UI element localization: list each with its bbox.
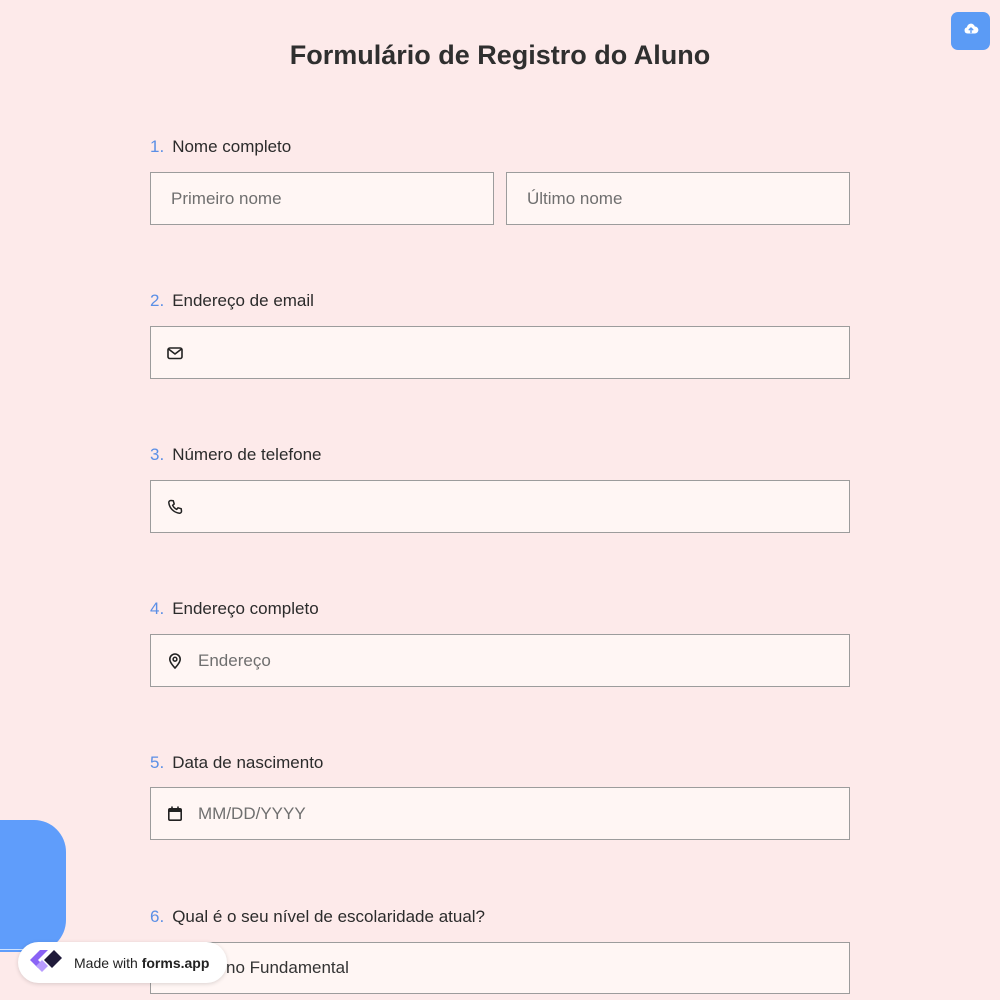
phone-icon xyxy=(164,496,186,518)
email-input[interactable] xyxy=(150,326,850,379)
badge-prefix: Made with xyxy=(74,954,142,971)
question-3-label: 3. Número de telefone xyxy=(150,445,322,465)
form-page: Formulário de Registro do Aluno 1. Nome … xyxy=(0,0,1000,1000)
education-level-select[interactable]: no Fundamental xyxy=(150,942,850,994)
cloud-upload-icon xyxy=(963,21,979,42)
decorative-blob xyxy=(0,820,66,952)
question-number: 5. xyxy=(150,753,165,772)
question-text: Qual é o seu nível de escolaridade atual… xyxy=(172,907,486,926)
badge-text: Made with forms.app xyxy=(74,955,209,971)
question-number: 3. xyxy=(150,445,165,464)
form-title: Formulário de Registro do Aluno xyxy=(289,40,711,70)
question-2-label: 2. Endereço de email xyxy=(150,291,314,311)
last-name-input[interactable]: Último nome xyxy=(506,172,850,225)
badge-brand: forms.app xyxy=(141,954,210,971)
first-name-input[interactable]: Primeiro nome xyxy=(150,172,494,225)
question-4-label: 4. Endereço completo xyxy=(150,599,319,619)
question-5-label: 5. Data de nascimento xyxy=(150,753,323,773)
education-level-value: no Fundamental xyxy=(226,958,349,977)
forms-app-logo xyxy=(26,943,66,982)
birth-date-placeholder: MM/DD/YYYY xyxy=(198,803,306,823)
calendar-icon xyxy=(164,803,186,825)
question-text: Data de nascimento xyxy=(172,753,324,772)
address-input[interactable]: Endereço xyxy=(150,634,850,687)
question-6-label: 6. Qual é o seu nível de escolaridade at… xyxy=(150,907,485,927)
question-text: Número de telefone xyxy=(172,445,322,464)
question-1-label: 1. Nome completo xyxy=(150,137,291,157)
phone-input[interactable] xyxy=(150,480,850,533)
last-name-placeholder: Último nome xyxy=(527,188,623,208)
question-number: 6. xyxy=(150,907,165,926)
map-pin-icon xyxy=(164,650,186,672)
first-name-placeholder: Primeiro nome xyxy=(171,188,282,208)
question-number: 2. xyxy=(150,291,165,310)
question-number: 4. xyxy=(150,599,165,618)
mail-icon xyxy=(164,342,186,364)
question-text: Endereço de email xyxy=(172,291,314,310)
address-placeholder: Endereço xyxy=(198,650,271,670)
forms-app-badge[interactable]: Made with forms.app xyxy=(18,942,227,983)
birth-date-input[interactable]: MM/DD/YYYY xyxy=(150,787,850,840)
question-text: Endereço completo xyxy=(172,599,319,618)
question-number: 1. xyxy=(150,137,165,156)
question-text: Nome completo xyxy=(172,137,292,156)
